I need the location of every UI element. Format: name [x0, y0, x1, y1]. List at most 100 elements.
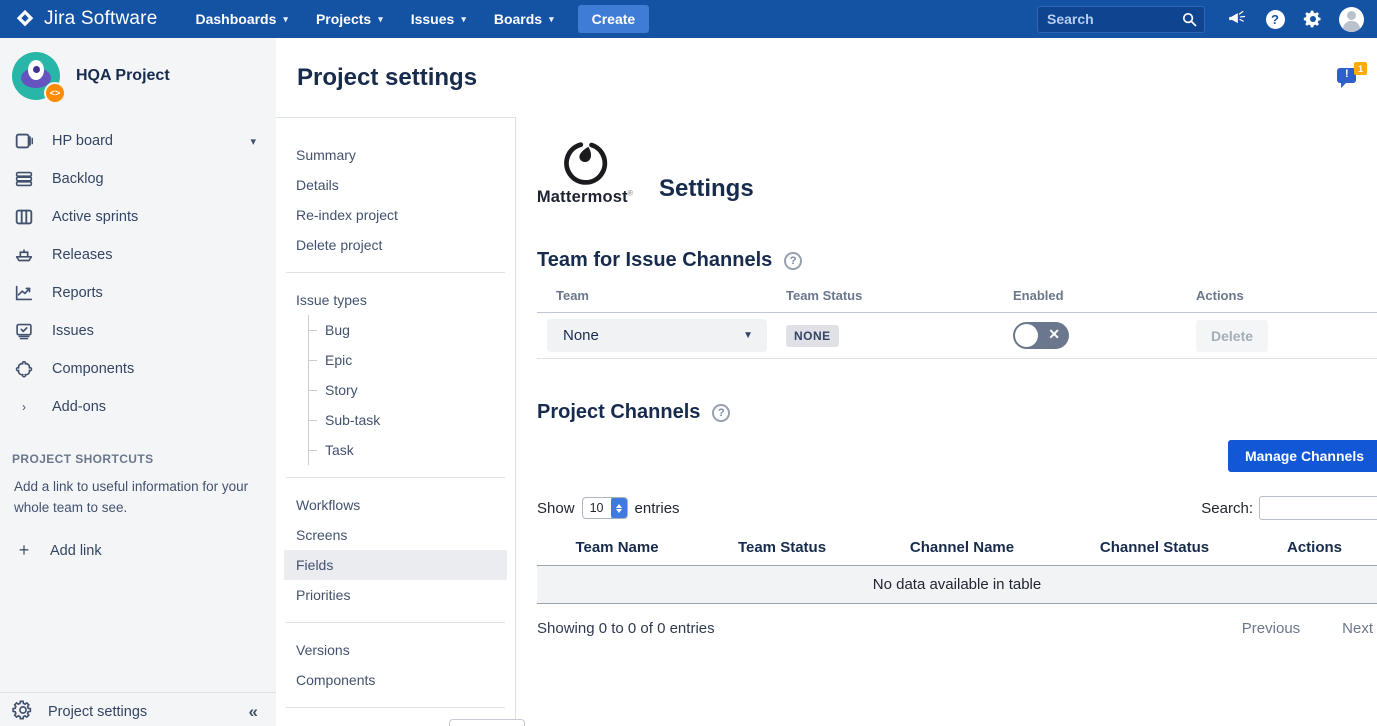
menu-item-details[interactable]: Details	[276, 170, 515, 200]
entries-label: entries	[635, 500, 680, 517]
menu-item-components[interactable]: Components	[276, 665, 515, 695]
select-stepper-icon	[611, 497, 627, 519]
page-size-value: 10	[583, 501, 611, 515]
chevron-down-icon[interactable]: ▾	[250, 135, 264, 148]
divider	[286, 477, 505, 478]
help-icon[interactable]: ?	[1259, 3, 1291, 35]
menu-item-subtask[interactable]: Sub-task	[309, 405, 515, 435]
menu-item-reindex[interactable]: Re-index project	[276, 200, 515, 230]
project-header: <> HQA Project	[0, 52, 276, 114]
sidebar-item-addons[interactable]: › Add-ons	[0, 388, 276, 426]
column-header-channel-status[interactable]: Channel Status	[1057, 532, 1252, 566]
gear-icon[interactable]	[1297, 3, 1329, 35]
sidebar-item-components[interactable]: Components	[0, 350, 276, 388]
sidebar-footer-project-settings[interactable]: Project settings «	[0, 692, 276, 726]
collapse-sidebar-icon[interactable]: «	[249, 702, 264, 722]
channels-section-title: Project Channels	[537, 401, 700, 424]
sidebar-item-backlog[interactable]: Backlog	[0, 160, 276, 198]
sidebar-item-label: Releases	[52, 247, 264, 263]
nav-issues[interactable]: Issues▾	[399, 5, 478, 33]
mattermost-header: Mattermost® Settings	[537, 140, 1377, 207]
toggle-off-x-icon: ✕	[1048, 326, 1060, 343]
help-icon[interactable]: ?	[712, 404, 730, 422]
chart-icon	[12, 282, 36, 304]
menu-item-workflows[interactable]: Workflows	[276, 490, 515, 520]
user-avatar[interactable]	[1335, 3, 1367, 35]
column-header-team-status[interactable]: Team Status	[697, 532, 867, 566]
sprints-board-icon	[12, 206, 36, 228]
menu-item-screens[interactable]: Screens	[276, 520, 515, 550]
menu-item-task[interactable]: Task	[309, 435, 515, 465]
search-icon[interactable]	[1182, 12, 1197, 27]
nav-projects[interactable]: Projects▾	[304, 5, 395, 33]
project-name: HQA Project	[76, 67, 170, 85]
team-status-badge: NONE	[786, 325, 839, 347]
mattermost-mark-icon	[562, 140, 608, 186]
pagination: Previous Next	[1242, 620, 1377, 637]
brand-name: Jira Software	[44, 8, 157, 30]
menu-item-summary[interactable]: Summary	[276, 140, 515, 170]
previous-page-button[interactable]: Previous	[1242, 620, 1312, 637]
menu-item-delete-project[interactable]: Delete project	[276, 230, 515, 260]
project-shortcuts-header: PROJECT SHORTCUTS	[12, 452, 264, 466]
search-input[interactable]	[1037, 6, 1205, 33]
team-select-dropdown[interactable]: None ▼	[547, 319, 767, 352]
jira-logo[interactable]: Jira Software	[14, 8, 157, 30]
chevron-down-icon: ▾	[283, 14, 288, 25]
table-row: None ▼ NONE ✕	[537, 313, 1377, 359]
project-shortcuts-description: Add a link to useful information for you…	[14, 476, 262, 518]
sidebar-item-label: Issues	[52, 323, 264, 339]
mattermost-logo: Mattermost®	[537, 140, 633, 207]
column-header-team-name[interactable]: Team Name	[537, 532, 697, 566]
sidebar-item-issues[interactable]: Issues	[0, 312, 276, 350]
page-size-select[interactable]: 10	[582, 497, 628, 519]
create-button[interactable]: Create	[578, 5, 650, 33]
sidebar-item-label: HP board	[52, 133, 234, 149]
project-avatar[interactable]: <>	[12, 52, 60, 100]
chevron-down-icon: ▼	[743, 330, 753, 341]
table-search-input[interactable]	[1259, 496, 1377, 520]
menu-item-fields[interactable]: Fields	[284, 550, 507, 580]
plugin-notification-icon[interactable]: ! 1	[1337, 62, 1367, 90]
sidebar-item-releases[interactable]: Releases	[0, 236, 276, 274]
help-icon[interactable]: ?	[784, 252, 802, 270]
column-header-actions[interactable]: Actions	[1252, 532, 1377, 566]
nav-boards[interactable]: Boards▾	[482, 5, 566, 33]
delete-button[interactable]: Delete	[1196, 320, 1268, 352]
chevron-down-icon: ▾	[378, 14, 383, 25]
menu-item-versions[interactable]: Versions	[276, 635, 515, 665]
manage-channels-button[interactable]: Manage Channels	[1228, 440, 1377, 472]
divider	[286, 707, 505, 708]
nav-dashboards[interactable]: Dashboards▾	[183, 5, 299, 33]
menu-item-epic[interactable]: Epic	[309, 345, 515, 375]
datatable-controls: Show 10 entries Search:	[537, 496, 1377, 520]
menu-item-story[interactable]: Story	[309, 375, 515, 405]
empty-message: No data available in table	[537, 566, 1377, 604]
menu-item-issue-types[interactable]: Issue types	[276, 285, 515, 315]
plus-icon: +	[12, 540, 36, 561]
sidebar-item-label: Add-ons	[52, 399, 264, 415]
table-search-control: Search:	[1201, 496, 1377, 520]
settings-menu: Summary Details Re-index project Delete …	[276, 117, 516, 726]
enabled-toggle[interactable]: ✕	[1013, 322, 1069, 349]
sidebar-item-label: Backlog	[52, 171, 264, 187]
chevron-right-icon: ›	[12, 400, 36, 414]
navbar-right: ?	[1037, 3, 1367, 35]
channels-section-header: Project Channels ?	[537, 401, 1377, 424]
column-header-channel-name[interactable]: Channel Name	[867, 532, 1057, 566]
sidebar-item-active-sprints[interactable]: Active sprints	[0, 198, 276, 236]
team-table: Team Team Status Enabled Actions None	[537, 282, 1377, 359]
sidebar-item-board[interactable]: HP board ▾	[0, 122, 276, 160]
next-page-button[interactable]: Next	[1342, 620, 1377, 637]
menu-item-bug[interactable]: Bug	[309, 315, 515, 345]
sidebar-item-reports[interactable]: Reports	[0, 274, 276, 312]
divider	[286, 272, 505, 273]
chevron-down-icon: ▾	[549, 14, 554, 25]
menu-item-priorities[interactable]: Priorities	[276, 580, 515, 610]
search-label: Search:	[1201, 500, 1253, 517]
gear-icon	[12, 699, 34, 725]
backlog-icon	[12, 168, 36, 190]
sidebar-nav: HP board ▾ Backlog Active sprints	[0, 122, 276, 426]
add-link-button[interactable]: + Add link	[12, 540, 264, 561]
announcements-icon[interactable]	[1221, 3, 1253, 35]
